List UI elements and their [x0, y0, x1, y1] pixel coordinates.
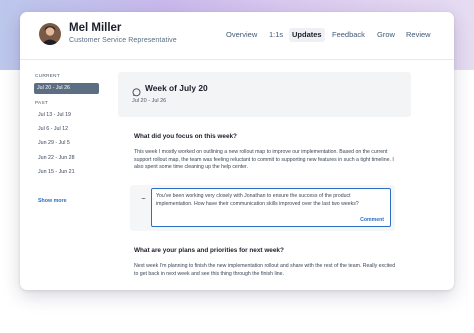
comment-input[interactable]: You've been working very closely with Jo…	[151, 188, 391, 227]
week-header: Week of July 20 Jul 20 - Jul 26	[118, 72, 411, 117]
user-role: Customer Service Representative	[69, 37, 177, 44]
app-window: Mel Miller Customer Service Representati…	[20, 12, 454, 290]
answer-plans: Next week I'm planning to finish the new…	[134, 263, 396, 277]
user-name: Mel Miller	[69, 22, 122, 34]
week-title: Week of July 20	[145, 83, 208, 93]
tab-feedback[interactable]: Feedback	[332, 28, 365, 42]
week-range: Jul 20 - Jul 26	[132, 98, 167, 104]
tab-updates[interactable]: Updates	[289, 28, 325, 42]
avatar[interactable]	[39, 23, 61, 45]
sidebar-week-item[interactable]: Jun 15 - Jun 21	[38, 169, 75, 175]
answer-focus: This week I mostly worked on outlining a…	[134, 149, 394, 170]
chat-bubble-icon	[132, 84, 141, 97]
question-plans: What are your plans and priorities for n…	[134, 247, 284, 254]
tab-one-on-ones[interactable]: 1:1s	[269, 28, 283, 42]
sidebar-week-item[interactable]: Jun 22 - Jun 28	[38, 155, 75, 161]
commenter-avatar	[140, 192, 147, 199]
comment-text: You've been working very closely with Jo…	[156, 193, 359, 207]
tab-overview[interactable]: Overview	[226, 28, 257, 42]
sidebar-week-item[interactable]: Jul 6 - Jul 12	[38, 126, 68, 132]
sidebar-week-current[interactable]: Jul 20 - Jul 26	[34, 83, 99, 94]
past-section-label: PAST	[35, 101, 48, 106]
current-section-label: CURRENT	[35, 74, 60, 79]
sidebar-week-item[interactable]: Jul 13 - Jul 19	[38, 112, 71, 118]
sidebar-week-item[interactable]: Jun 29 - Jul 5	[38, 140, 70, 146]
question-focus: What did you focus on this week?	[134, 133, 237, 140]
profile-header: Mel Miller Customer Service Representati…	[20, 12, 454, 60]
tab-review[interactable]: Review	[406, 28, 431, 42]
comment-button[interactable]: Comment	[360, 217, 384, 223]
show-more-link[interactable]: Show more	[38, 198, 67, 204]
tab-grow[interactable]: Grow	[377, 28, 395, 42]
